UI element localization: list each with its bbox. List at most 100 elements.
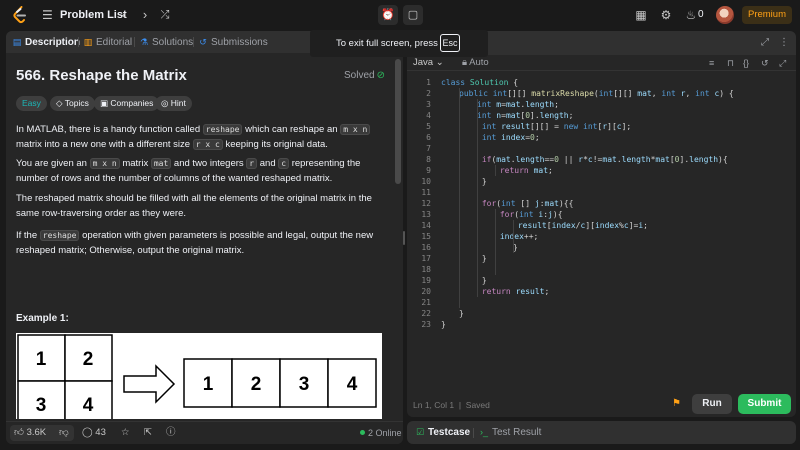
timer-icon[interactable]: ⏰ <box>378 5 398 25</box>
line-number: 9 <box>426 166 431 175</box>
description-scroll-thumb[interactable] <box>395 59 401 184</box>
code-editor[interactable]: 1 class Solution {2 public int[][] matrixR… <box>407 77 796 397</box>
code-text: } <box>481 254 487 263</box>
line-number: 17 <box>421 254 431 263</box>
code-line[interactable]: 8 if(mat.length==0 || r*c!=mat.length*ma… <box>407 154 796 165</box>
run-button[interactable]: Run <box>692 394 732 414</box>
topics-chip[interactable]: ◇ Topics <box>50 96 95 111</box>
code-line[interactable]: 21 <box>407 297 796 308</box>
top-bar: ☰ Problem List ‹ › ⤮ ⏰ ▢ ▦ ⚙ ♨ 0 Premium <box>0 0 800 30</box>
comments-button[interactable]: ◯ 43 <box>82 426 106 440</box>
format-code-icon[interactable]: ≡ <box>709 57 714 69</box>
line-number: 18 <box>421 265 431 274</box>
code-line[interactable]: 17 } <box>407 253 796 264</box>
next-problem-icon[interactable]: › <box>138 7 152 23</box>
tab-solutions[interactable]: ⚗ Solutions <box>139 35 193 49</box>
code-line[interactable]: 20 return result; <box>407 286 796 297</box>
code-text: } <box>481 177 487 186</box>
shuffle-icon[interactable]: ⤮ <box>158 7 172 23</box>
tab-submissions[interactable]: ↺ Submissions <box>198 35 267 49</box>
description-paragraph: If the reshape operation with given para… <box>16 230 374 256</box>
maximize-icon[interactable]: ⤢ <box>761 36 769 50</box>
problem-list-icon[interactable]: ☰ <box>42 8 54 22</box>
history-icon: ↺ <box>199 37 207 47</box>
autocomplete-mode[interactable]: 🔒︎ Auto <box>462 57 489 69</box>
code-line[interactable]: 9 return mat; <box>407 165 796 176</box>
reset-code-icon[interactable]: ↺ <box>761 57 769 69</box>
user-avatar[interactable] <box>716 6 734 24</box>
code-line[interactable]: 16} <box>407 242 796 253</box>
premium-button[interactable]: Premium <box>742 6 792 24</box>
language-selector[interactable]: Java ⌄ <box>413 57 444 69</box>
code-text: index++; <box>499 232 539 241</box>
panel-resize-handle[interactable] <box>403 231 405 245</box>
line-number: 22 <box>421 309 431 318</box>
fullscreen-icon[interactable]: ⤢ <box>779 57 786 69</box>
like-button[interactable]: 👍︎ 3.6K <box>14 426 46 440</box>
code-line[interactable]: 11 <box>407 187 796 198</box>
code-line[interactable]: 18 <box>407 264 796 275</box>
companies-chip[interactable]: ▣ Companies <box>94 96 160 111</box>
tab-editorial[interactable]: ▥ Editorial <box>83 35 132 49</box>
share-icon[interactable]: ⇱ <box>144 426 152 440</box>
code-line[interactable]: 1 class Solution { <box>407 77 796 88</box>
code-line[interactable]: 10 } <box>407 176 796 187</box>
code-text: } <box>459 309 464 318</box>
output-cell-value: 1 <box>203 374 214 395</box>
indent-guide <box>477 99 478 297</box>
braces-icon[interactable]: {} <box>743 57 749 69</box>
code-line[interactable]: 15 index++; <box>407 231 796 242</box>
code-line[interactable]: 7 <box>407 143 796 154</box>
line-number: 13 <box>421 210 431 219</box>
settings-gear-icon[interactable]: ⚙ <box>659 7 673 23</box>
code-line[interactable]: 22} <box>407 308 796 319</box>
code-text: for(int i:j){ <box>499 210 563 219</box>
dislike-button[interactable]: 👎︎ <box>59 426 69 440</box>
solved-status: Solved ⊘ <box>344 70 385 81</box>
output-cell-value: 2 <box>251 374 262 395</box>
line-number: 2 <box>426 89 431 98</box>
code-line[interactable]: 4 int n=mat[0].length; <box>407 110 796 121</box>
code-line[interactable]: 5 int result[][] = new int[r][c]; <box>407 121 796 132</box>
notes-icon[interactable]: ▢ <box>403 5 423 25</box>
code-text: return mat; <box>499 166 553 175</box>
thumbs-down-icon: 👎︎ <box>59 427 69 438</box>
streak-flame-icon[interactable]: ♨ <box>684 7 698 23</box>
tab-description[interactable]: ▤ Description <box>12 35 80 49</box>
code-line[interactable]: 6 int index=0; <box>407 132 796 143</box>
debug-icon[interactable]: ⚑ <box>672 398 681 410</box>
code-line[interactable]: 13 for(int i:j){ <box>407 209 796 220</box>
code-line[interactable]: 14 result[index/c][index%c]=i; <box>407 220 796 231</box>
indent-guide <box>459 88 460 308</box>
indent-guide <box>495 165 496 176</box>
tab-test-result[interactable]: ›_ Test Result <box>479 425 541 439</box>
code-line[interactable]: 23} <box>407 319 796 330</box>
line-number: 1 <box>426 78 431 87</box>
previous-problem-icon[interactable]: ‹ <box>117 7 131 23</box>
code-text: return result; <box>481 287 550 296</box>
favorite-star-icon[interactable]: ☆ <box>121 426 130 440</box>
description-paragraph: In MATLAB, there is a handy function cal… <box>16 122 386 152</box>
code-text: if(mat.length==0 || r*c!=mat.length*mat[… <box>481 155 728 164</box>
line-number: 6 <box>426 133 431 142</box>
help-icon[interactable]: ⓘ <box>166 426 176 440</box>
code-line[interactable]: 12 for(int [] j:mat){{ <box>407 198 796 209</box>
more-options-icon[interactable]: ⋮ <box>779 36 789 50</box>
input-cell-value: 2 <box>83 349 94 370</box>
input-cell-value: 3 <box>36 395 47 416</box>
comment-icon: ◯ <box>82 427 96 438</box>
code-line[interactable]: 3 int m=mat.length; <box>407 99 796 110</box>
hint-chip[interactable]: ◎ Hint <box>155 96 192 111</box>
leetcode-logo[interactable] <box>12 6 28 24</box>
bookmark-icon[interactable]: ⊓ <box>727 57 734 69</box>
description-paragraph: You are given an m x n matrix mat and tw… <box>16 158 361 184</box>
code-line[interactable]: 19 } <box>407 275 796 286</box>
tab-divider <box>193 37 194 47</box>
difficulty-badge[interactable]: Easy <box>16 96 47 111</box>
indent-guide <box>513 220 514 253</box>
submit-button[interactable]: Submit <box>738 394 791 414</box>
code-line[interactable]: 2 public int[][] matrixReshape(int[][] ma… <box>407 88 796 99</box>
layout-grid-icon[interactable]: ▦ <box>634 7 648 23</box>
code-text: } <box>441 320 446 329</box>
tab-testcase[interactable]: ☑ Testcase <box>415 425 470 439</box>
